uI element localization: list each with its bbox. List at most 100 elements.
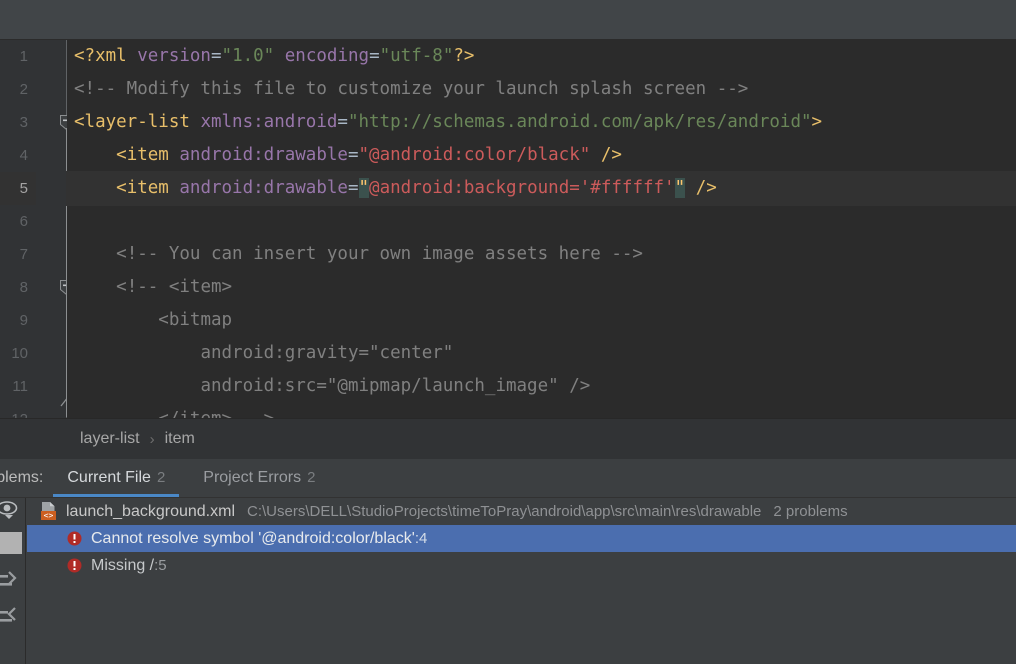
breadcrumb-separator-icon: › (149, 430, 155, 448)
line-number: 3 (19, 114, 28, 131)
code-line[interactable]: </item> --> (67, 403, 1016, 418)
line-number: 6 (19, 213, 28, 230)
code-line[interactable]: <!-- Modify this file to customize your … (67, 73, 1016, 106)
breadcrumb-item-layer-list[interactable]: layer-list (80, 430, 140, 448)
line-number: 8 (19, 279, 28, 296)
code-token: <?xml (74, 46, 138, 66)
code-token: " (674, 178, 686, 198)
breadcrumb-item-item[interactable]: item (165, 430, 195, 448)
gutter-row: 6 (0, 205, 36, 238)
tab-current-file[interactable]: Current File 2 (53, 459, 180, 497)
inspection-severity-icon[interactable] (0, 498, 22, 524)
line-number: 10 (11, 345, 28, 362)
code-line[interactable]: android:gravity="center" (67, 337, 1016, 370)
gutter-row: 10 (0, 337, 36, 370)
code-line[interactable]: <item android:drawable="@android:color/b… (67, 139, 1016, 172)
code-token: <!-- Modify this file to customize your … (74, 79, 749, 99)
code-editor[interactable]: 123456789101112 <?xml version="1.0" enco… (0, 40, 1016, 418)
error-icon (67, 531, 82, 546)
ide-window: 123456789101112 <?xml version="1.0" enco… (0, 0, 1016, 664)
line-number: 5 (19, 180, 28, 197)
selected-toggle-button[interactable] (0, 532, 22, 554)
code-token: android:gravity="center" (200, 343, 454, 363)
gutter-row: 9 (0, 304, 36, 337)
code-token: encoding (284, 46, 370, 66)
gutter-row: 8 (0, 271, 36, 304)
code-content[interactable]: <?xml version="1.0" encoding="utf-8"?> <!… (67, 40, 1016, 418)
problems-file-name: launch_background.xml (66, 502, 235, 520)
problems-issue-text: Cannot resolve symbol '@android:color/bl… (91, 529, 415, 547)
code-token: @android:background='#ffffff' (369, 178, 675, 198)
line-number-strip: 123456789101112 (0, 40, 36, 418)
gutter-row: 1 (0, 40, 36, 73)
problems-issue-text: Missing / (91, 556, 155, 574)
code-token: = (347, 145, 359, 165)
code-token: <layer-list (74, 112, 201, 132)
xml-file-icon: <> (39, 502, 58, 521)
problems-side-toolbar (0, 498, 26, 664)
line-number: 9 (19, 312, 28, 329)
code-token: = (210, 46, 222, 66)
problems-tool-window: roblems: Current File 2 Project Errors 2 (0, 459, 1016, 664)
collapse-all-icon[interactable] (0, 606, 22, 632)
gutter-row: 7 (0, 238, 36, 271)
gutter-row: 12 (0, 403, 36, 418)
top-toolbar (0, 0, 1016, 40)
tab-project-errors-count: 2 (307, 469, 316, 486)
gutter-row: 3 (0, 106, 36, 139)
code-token: "@android:color/black" (358, 145, 591, 165)
problems-file-path: C:\Users\DELL\StudioProjects\timeToPray\… (247, 503, 762, 520)
problems-tree[interactable]: <> launch_background.xml C:\Users\DELL\Stu… (27, 498, 1016, 664)
problems-file-count: 2 problems (773, 503, 848, 520)
line-number: 2 (19, 81, 28, 98)
code-token: android:drawable (179, 178, 348, 198)
problems-issue-row[interactable]: Missing / :5 (27, 552, 1016, 579)
code-line[interactable]: android:src="@mipmap/launch_image" /> (67, 370, 1016, 403)
problems-file-row[interactable]: <> launch_background.xml C:\Users\DELL\Stu… (27, 498, 1016, 525)
code-token: /> (695, 178, 717, 198)
expand-all-icon[interactable] (0, 570, 22, 596)
code-token: <!-- You can insert your own image asset… (116, 244, 643, 264)
code-token: > (811, 112, 823, 132)
code-line[interactable] (67, 205, 1016, 238)
code-token: "1.0" (221, 46, 275, 66)
code-line[interactable]: <bitmap (67, 304, 1016, 337)
code-token: android:drawable (179, 145, 348, 165)
code-line[interactable]: <?xml version="1.0" encoding="utf-8"?> (67, 40, 1016, 73)
code-token: xmlns:android (200, 112, 338, 132)
line-number: 7 (19, 246, 28, 263)
code-line[interactable]: <layer-list xmlns:android="http://schema… (67, 106, 1016, 139)
gutter-row: 4 (0, 139, 36, 172)
code-line[interactable]: <item android:drawable="@android:backgro… (67, 172, 1016, 205)
line-number: 1 (19, 48, 28, 65)
tab-project-errors-label: Project Errors (203, 469, 302, 486)
tab-project-errors[interactable]: Project Errors 2 (189, 459, 329, 497)
gutter-row: 5 (0, 172, 36, 205)
line-number: 11 (12, 378, 28, 395)
breadcrumb[interactable]: layer-list › item (0, 418, 1016, 459)
problems-issue-row[interactable]: Cannot resolve symbol '@android:color/bl… (27, 525, 1016, 552)
problems-issue-line: :4 (414, 530, 428, 547)
editor-gutter[interactable]: 123456789101112 (0, 40, 73, 418)
code-line[interactable]: <!-- <item> (67, 271, 1016, 304)
code-token: </item> --> (158, 409, 274, 418)
code-token: = (369, 46, 380, 66)
code-token: " (358, 178, 370, 198)
svg-text:<>: <> (44, 511, 54, 520)
problems-issue-line: :5 (154, 557, 167, 574)
code-line[interactable]: <!-- You can insert your own image asset… (67, 238, 1016, 271)
problems-title: roblems: (0, 469, 44, 486)
code-token: = (347, 178, 359, 198)
tab-current-file-count: 2 (156, 469, 166, 486)
code-token: "http://schemas.android.com/apk/res/andr… (347, 112, 812, 132)
